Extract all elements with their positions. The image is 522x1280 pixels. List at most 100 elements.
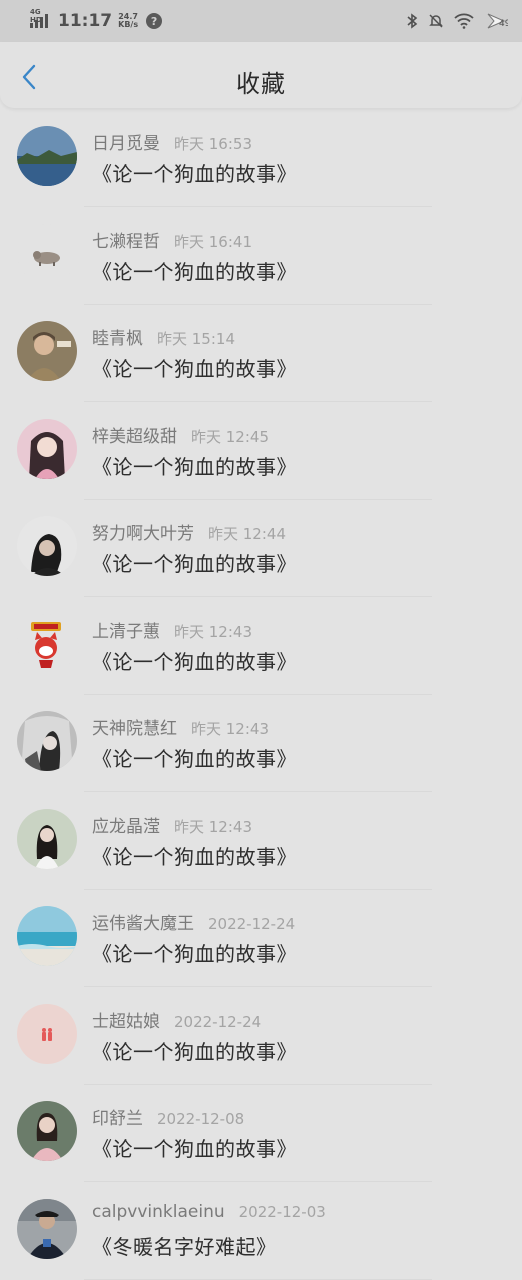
user-name: 上清子蕙 (92, 621, 160, 642)
avatar-red-cartoon[interactable] (17, 613, 77, 674)
list-item[interactable]: calpvvinklaeinu 2022-12-03 《冬暖名字好难起》 (0, 1191, 522, 1280)
favorites-list: 日月觅曼 昨天 16:53 《论一个狗血的故事》 七濑程哲 昨天 16:41 《… (0, 118, 522, 1280)
item-snippet: 《论一个狗血的故事》 (92, 942, 297, 966)
item-meta: 日月觅曼 昨天 16:53 (92, 129, 252, 154)
item-meta: 印舒兰 2022-12-08 (92, 1104, 244, 1129)
avatar-image (17, 711, 77, 771)
list-item[interactable]: 运伟酱大魔王 2022-12-24 《论一个狗血的故事》 (0, 898, 522, 996)
timestamp: 昨天 12:43 (174, 622, 252, 641)
item-snippet: 《论一个狗血的故事》 (92, 649, 297, 674)
divider (84, 1181, 432, 1182)
item-meta: 梓美超级甜 昨天 12:45 (92, 422, 269, 447)
timestamp: 2022-12-08 (157, 1110, 245, 1128)
divider (84, 1278, 432, 1280)
status-bar: 4G HD 11:17 24.7 KB/s ? 49 (0, 0, 522, 42)
item-meta: 上清子蕙 昨天 12:43 (92, 617, 252, 642)
avatar-image (17, 321, 77, 381)
avatar-image (17, 906, 77, 966)
item-meta: 士超姑娘 2022-12-24 (92, 1007, 261, 1032)
timestamp: 昨天 15:14 (157, 330, 235, 348)
list-item[interactable]: 上清子蕙 昨天 12:43 《论一个狗血的故事》 (0, 606, 522, 704)
avatar-person-bw[interactable] (17, 711, 77, 771)
list-item[interactable]: 印舒兰 2022-12-08 《论一个狗血的故事》 (0, 1093, 522, 1191)
item-meta: 天神院慧红 昨天 12:43 (92, 714, 269, 739)
divider (84, 791, 432, 792)
header: 收藏 (0, 42, 522, 108)
list-item[interactable]: 七濑程哲 昨天 16:41 《论一个狗血的故事》 (0, 216, 522, 314)
battery-level: 49 (499, 19, 508, 29)
list-item[interactable]: 梓美超级甜 昨天 12:45 《论一个狗血的故事》 (0, 411, 522, 509)
avatar-pink-figures[interactable] (17, 1003, 77, 1064)
item-snippet: 《论一个狗血的故事》 (92, 1137, 297, 1161)
timestamp: 昨天 16:41 (174, 232, 252, 251)
user-name: 应龙晶滢 (92, 816, 160, 837)
battery-icon: 49 (487, 13, 508, 29)
list-item[interactable]: 应龙晶滢 昨天 12:43 《论一个狗血的故事》 (0, 801, 522, 899)
item-snippet: 《论一个狗血的故事》 (92, 844, 297, 869)
avatar-landscape-lake[interactable] (17, 126, 77, 186)
item-meta: 应龙晶滢 昨天 12:43 (92, 812, 252, 837)
user-name: 梓美超级甜 (92, 426, 177, 447)
item-snippet: 《冬暖名字好难起》 (92, 1234, 277, 1259)
avatar-small-animal[interactable] (17, 223, 77, 284)
item-snippet: 《论一个狗血的故事》 (92, 1039, 297, 1064)
list-item[interactable]: 努力啊大叶芳 昨天 12:44 《论一个狗血的故事》 (0, 508, 522, 606)
list-item[interactable]: 睦青枫 昨天 15:14 《论一个狗血的故事》 (0, 313, 522, 411)
avatar-image (17, 223, 77, 284)
avatar-person-brown[interactable] (17, 321, 77, 381)
divider (84, 986, 432, 987)
avatar-image (17, 418, 77, 479)
divider (84, 401, 432, 402)
avatar-person-dark-hair[interactable] (17, 516, 77, 576)
user-name: calpvvinklaeinu (92, 1201, 225, 1222)
timestamp: 2022-12-24 (208, 915, 296, 933)
divider (84, 693, 432, 695)
user-name: 睦青枫 (92, 329, 143, 349)
item-snippet: 《论一个狗血的故事》 (92, 552, 297, 576)
item-meta: 运伟酱大魔王 2022-12-24 (92, 909, 295, 934)
speed-unit: KB/s (118, 20, 139, 29)
timestamp: 昨天 12:44 (208, 525, 286, 543)
avatar-person-dark-jacket[interactable] (17, 1198, 77, 1259)
item-snippet: 《论一个狗血的故事》 (92, 162, 297, 186)
divider (84, 596, 432, 597)
avatar-image (17, 516, 77, 576)
avatar-image (17, 1101, 77, 1161)
divider (84, 303, 432, 305)
user-name: 七濑程哲 (92, 231, 160, 252)
user-name: 天神院慧红 (92, 719, 177, 739)
list-item[interactable]: 士超姑娘 2022-12-24 《论一个狗血的故事》 (0, 996, 522, 1094)
item-meta: 睦青枫 昨天 15:14 (92, 324, 235, 349)
list-item[interactable]: 日月觅曼 昨天 16:53 《论一个狗血的故事》 (0, 118, 522, 216)
avatar-image (17, 126, 77, 186)
user-name: 运伟酱大魔王 (92, 914, 194, 934)
signal-icon: 4G HD (30, 8, 48, 28)
user-name: 印舒兰 (92, 1109, 143, 1129)
divider (84, 1083, 432, 1085)
avatar-image (17, 808, 77, 869)
wifi-icon (454, 13, 474, 29)
item-snippet: 《论一个狗血的故事》 (92, 259, 297, 284)
item-meta: calpvvinklaeinu 2022-12-03 (92, 1202, 326, 1222)
avatar-person-pink-top[interactable] (17, 1101, 77, 1161)
status-time: 11:17 (58, 11, 113, 31)
list-item[interactable]: 天神院慧红 昨天 12:43 《论一个狗血的故事》 (0, 703, 522, 801)
item-snippet: 《论一个狗血的故事》 (92, 357, 297, 381)
bell-muted-icon (429, 14, 443, 28)
avatar-image (17, 1198, 77, 1259)
avatar-person-white-dress[interactable] (17, 808, 77, 869)
network-speed: 24.7 KB/s (118, 13, 138, 29)
avatar-sea-sky[interactable] (17, 906, 77, 966)
timestamp: 昨天 12:43 (174, 817, 252, 836)
page-title: 收藏 (236, 70, 286, 98)
item-meta: 七濑程哲 昨天 16:41 (92, 227, 252, 252)
timestamp: 2022-12-24 (174, 1012, 262, 1031)
timestamp: 昨天 12:43 (191, 720, 269, 738)
avatar-anime-girl-pink[interactable] (17, 418, 77, 479)
item-snippet: 《论一个狗血的故事》 (92, 747, 297, 771)
divider (84, 498, 432, 500)
timestamp: 昨天 16:53 (174, 135, 252, 153)
avatar-image (17, 613, 77, 674)
user-name: 士超姑娘 (92, 1011, 160, 1032)
divider (84, 206, 432, 207)
